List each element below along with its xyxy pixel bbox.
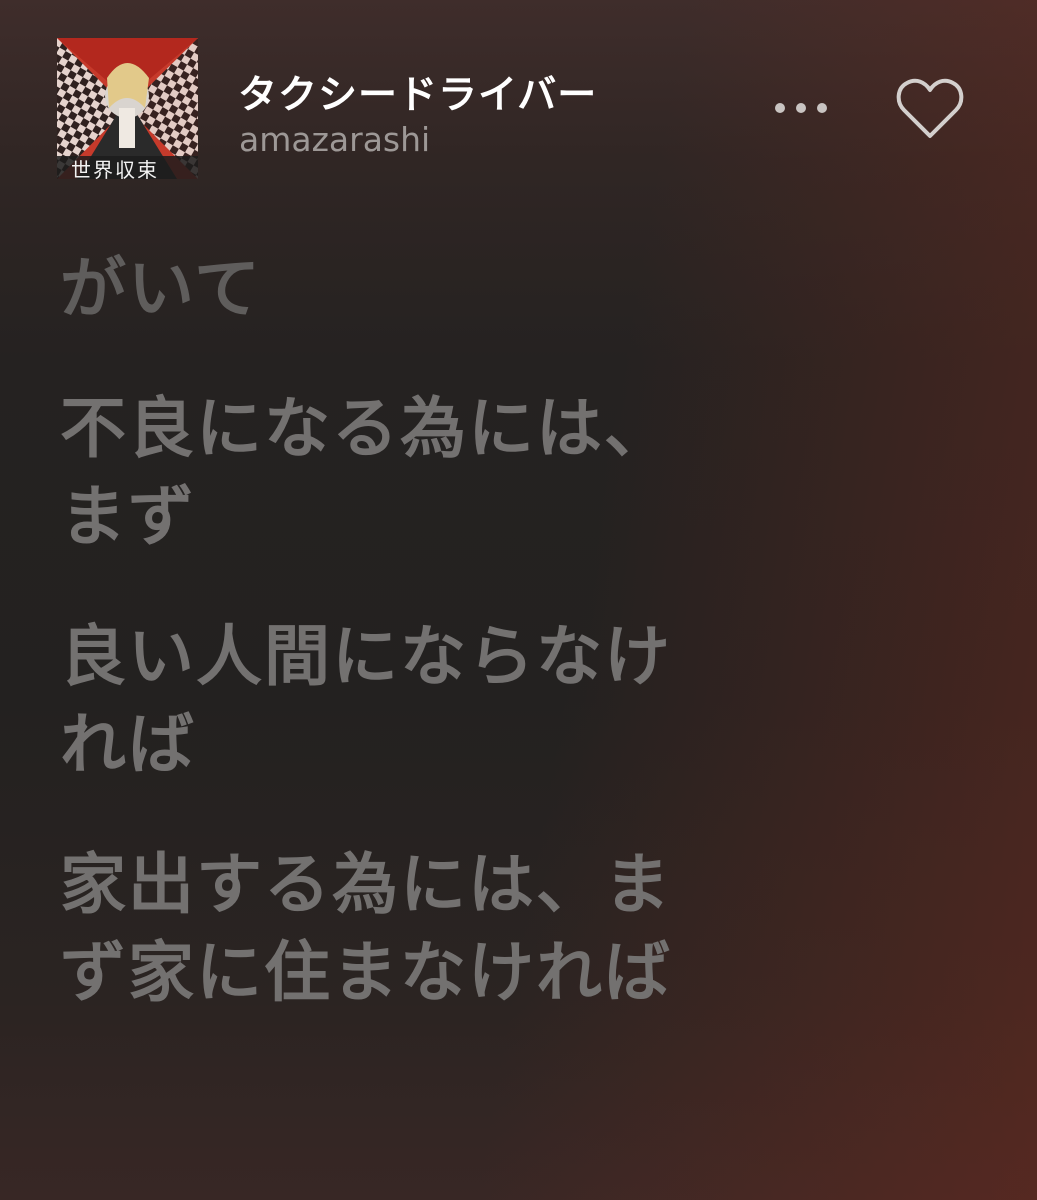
lyric-line[interactable]: 家出する為には、ま ず家に住まなければ: [60, 841, 960, 1017]
lyric-line[interactable]: 良い人間にならなけ れば: [60, 613, 960, 789]
more-options-button[interactable]: [768, 88, 834, 128]
album-art[interactable]: 世界収束: [57, 38, 198, 179]
more-horizontal-icon: [775, 103, 827, 113]
lyric-line[interactable]: がいて: [60, 245, 960, 333]
album-art-label: 世界収束: [71, 158, 159, 179]
lyrics-panel[interactable]: がいて 不良になる為には、 まず 良い人間にならなけ れば 家出する為には、ま …: [60, 245, 960, 1017]
like-button[interactable]: [894, 76, 966, 142]
artist-name[interactable]: amazarashi: [239, 120, 430, 159]
song-title[interactable]: タクシードライバー: [238, 64, 597, 120]
now-playing-header: 世界収束 タクシードライバー amazarashi: [0, 0, 1037, 200]
lyric-line[interactable]: 不良になる為には、 まず: [60, 385, 960, 561]
heart-outline-icon: [896, 78, 964, 138]
